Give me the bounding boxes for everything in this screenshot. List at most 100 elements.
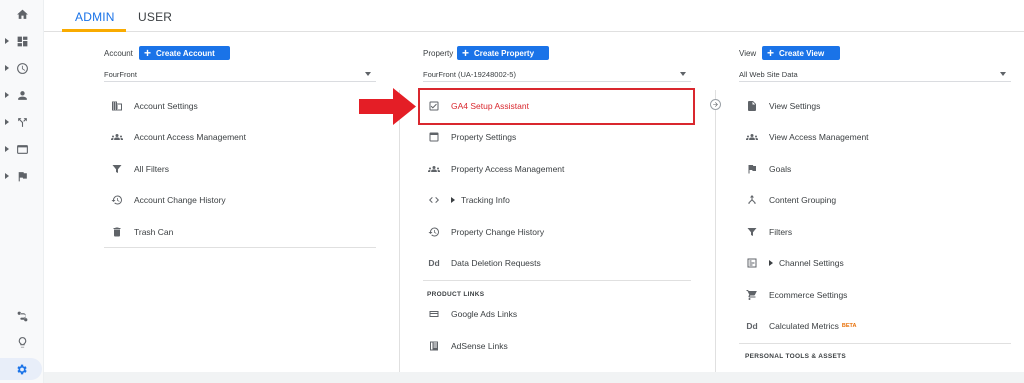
calculated-metrics-label: Calculated Metrics (769, 321, 839, 331)
content-grouping-link[interactable]: Content Grouping (745, 192, 836, 208)
property-settings-label: Property Settings (451, 132, 517, 142)
google-ads-links-link[interactable]: Google Ads Links (427, 306, 517, 322)
calculated-metrics-link[interactable]: Dd Calculated Metrics BETA (745, 318, 857, 334)
data-deletion-requests-label: Data Deletion Requests (451, 258, 541, 268)
ga4-setup-assistant-link[interactable]: GA4 Setup Assistant (427, 98, 529, 114)
document-icon (745, 99, 759, 113)
property-change-history-label: Property Change History (451, 227, 545, 237)
column-divider (399, 90, 400, 380)
expand-triangle-icon (451, 197, 455, 203)
product-links-heading: PRODUCT LINKS (427, 291, 485, 298)
home-icon[interactable] (0, 3, 44, 25)
property-selected-value: FourFront (UA-19248002-5) (423, 70, 516, 79)
account-column-label: Account (104, 49, 133, 58)
adsense-links-label: AdSense Links (451, 341, 508, 351)
ecommerce-settings-label: Ecommerce Settings (769, 290, 848, 300)
admin-gear-icon[interactable] (0, 358, 42, 380)
behavior-icon[interactable] (0, 138, 44, 160)
grouping-icon (745, 193, 759, 207)
all-filters-label: All Filters (134, 164, 169, 174)
bottom-scroll-strip (44, 372, 1024, 383)
filter-icon (110, 162, 124, 176)
flag-icon[interactable] (0, 165, 44, 187)
property-access-management-link[interactable]: Property Access Management (427, 161, 564, 177)
building-icon (110, 99, 124, 113)
view-selected-value: All Web Site Data (739, 70, 798, 79)
create-view-label: Create View (779, 48, 825, 58)
filter-icon (745, 225, 759, 239)
account-access-management-label: Account Access Management (134, 132, 246, 142)
account-selector[interactable]: FourFront (104, 68, 376, 82)
filters-link[interactable]: Filters (745, 224, 792, 240)
people-icon (427, 162, 441, 176)
dropdown-arrow-icon (365, 72, 371, 76)
view-column-label: View (739, 49, 757, 58)
red-arrow-annotation (359, 88, 416, 125)
property-settings-link[interactable]: Property Settings (427, 129, 516, 145)
column-divider (715, 90, 716, 380)
view-selector[interactable]: All Web Site Data (739, 68, 1011, 82)
expand-triangle-icon (769, 260, 773, 266)
lightbulb-icon[interactable] (0, 331, 44, 353)
property-column-label: Property (423, 49, 454, 58)
dashboard-icon[interactable] (0, 30, 44, 52)
code-icon (427, 193, 441, 207)
data-deletion-requests-link[interactable]: Dd Data Deletion Requests (427, 255, 541, 271)
create-property-label: Create Property (474, 48, 535, 58)
view-access-management-link[interactable]: View Access Management (745, 129, 869, 145)
create-account-label: Create Account (156, 48, 215, 58)
trash-can-link[interactable]: Trash Can (110, 224, 173, 240)
create-view-button[interactable]: + Create View (762, 46, 840, 60)
clock-icon[interactable] (0, 57, 44, 79)
arrow-right-circle-icon (710, 99, 721, 110)
dd-icon: Dd (746, 321, 758, 331)
ga4-setup-assistant-label: GA4 Setup Assistant (451, 101, 529, 111)
ecommerce-settings-link[interactable]: Ecommerce Settings (745, 287, 847, 303)
tracking-info-link[interactable]: Tracking Info (427, 192, 510, 208)
attribution-icon[interactable] (0, 305, 44, 327)
beta-badge: BETA (841, 323, 857, 329)
view-access-management-label: View Access Management (769, 132, 869, 142)
tab-user[interactable]: USER (138, 10, 172, 24)
all-filters-link[interactable]: All Filters (110, 161, 169, 177)
window-icon (427, 130, 441, 144)
account-change-history-link[interactable]: Account Change History (110, 192, 226, 208)
trash-icon (110, 225, 124, 239)
left-nav-rail (0, 0, 44, 383)
people-icon (745, 130, 759, 144)
view-divider (739, 343, 1011, 344)
tab-admin[interactable]: ADMIN (75, 10, 115, 24)
dropdown-arrow-icon (1000, 72, 1006, 76)
people-icon (110, 130, 124, 144)
adsense-links-link[interactable]: AdSense Links (427, 338, 508, 354)
filters-label: Filters (769, 227, 793, 237)
personal-tools-heading: PERSONAL TOOLS & ASSETS (745, 353, 847, 360)
account-settings-label: Account Settings (134, 101, 198, 111)
ads-icon (427, 307, 441, 321)
channel-settings-label: Channel Settings (779, 258, 844, 268)
goals-link[interactable]: Goals (745, 161, 791, 177)
create-account-button[interactable]: + Create Account (139, 46, 230, 60)
acquisition-icon[interactable] (0, 111, 44, 133)
history-icon (427, 225, 441, 239)
admin-tabs: ADMIN USER (44, 0, 1024, 32)
adsense-icon (427, 339, 441, 353)
account-divider (104, 247, 376, 248)
trash-can-label: Trash Can (134, 227, 174, 237)
account-access-management-link[interactable]: Account Access Management (110, 129, 246, 145)
checkbox-icon (427, 99, 441, 113)
account-settings-link[interactable]: Account Settings (110, 98, 198, 114)
flag-icon (745, 162, 759, 176)
view-settings-link[interactable]: View Settings (745, 98, 820, 114)
create-property-button[interactable]: + Create Property (457, 46, 549, 60)
channel-settings-link[interactable]: Channel Settings (745, 255, 844, 271)
property-change-history-link[interactable]: Property Change History (427, 224, 544, 240)
cart-icon (745, 288, 759, 302)
plus-icon: + (462, 46, 470, 60)
history-icon (110, 193, 124, 207)
property-selector[interactable]: FourFront (UA-19248002-5) (423, 68, 691, 82)
dropdown-arrow-icon (680, 72, 686, 76)
channel-icon (745, 256, 759, 270)
goals-label: Goals (769, 164, 792, 174)
person-icon[interactable] (0, 84, 44, 106)
